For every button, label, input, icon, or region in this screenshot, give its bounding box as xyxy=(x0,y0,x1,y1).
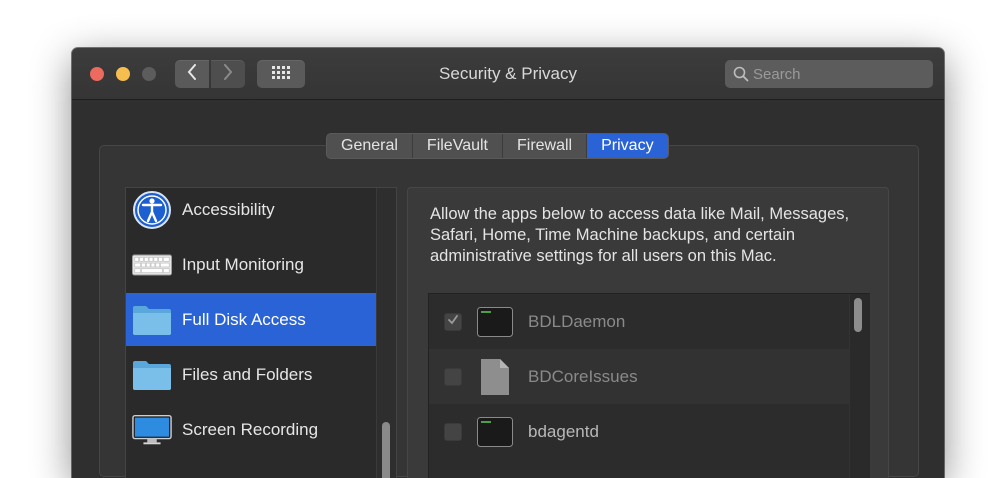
sidebar-item-input-monitoring[interactable]: Input Monitoring xyxy=(126,238,376,291)
sidebar-item-label: Screen Recording xyxy=(182,419,319,439)
app-checkbox[interactable] xyxy=(444,312,462,331)
terminal-icon xyxy=(476,303,514,341)
list-item[interactable]: bdagentd xyxy=(429,404,849,459)
display-icon xyxy=(132,410,172,450)
terminal-icon xyxy=(476,413,514,451)
sidebar-item-label: Full Disk Access xyxy=(182,309,306,329)
title-bar: Security & Privacy xyxy=(72,48,944,100)
search-field[interactable] xyxy=(725,60,933,88)
sidebar-item-label: Files and Folders xyxy=(182,364,313,384)
app-list-scrollbar-thumb[interactable] xyxy=(854,298,862,332)
tab-general[interactable]: General xyxy=(327,134,413,158)
app-checkbox[interactable] xyxy=(444,422,462,441)
tab-bar: General FileVault Firewall Privacy xyxy=(326,133,669,159)
app-list: BDLDaemon BDCoreIssues bdagentd xyxy=(428,293,870,478)
preferences-window: Security & Privacy General FileVault Fir… xyxy=(72,48,944,478)
search-input[interactable] xyxy=(753,65,923,83)
tab-filevault[interactable]: FileVault xyxy=(413,134,503,158)
sidebar-item-files-and-folders[interactable]: Files and Folders xyxy=(126,348,376,401)
sidebar-scrollbar-thumb[interactable] xyxy=(382,422,390,478)
app-checkbox[interactable] xyxy=(444,367,462,386)
document-icon xyxy=(476,358,514,396)
app-name: bdagentd xyxy=(528,421,599,441)
privacy-category-list: Accessibility Input Monitoring Full Disk… xyxy=(125,187,397,478)
checkmark-icon xyxy=(447,313,459,331)
tab-privacy[interactable]: Privacy xyxy=(587,134,668,158)
folder-icon xyxy=(132,355,172,395)
sidebar-item-accessibility[interactable]: Accessibility xyxy=(126,188,376,236)
sidebar-item-label: Input Monitoring xyxy=(182,254,304,274)
sidebar-item-label: Accessibility xyxy=(182,199,275,219)
sidebar-item-full-disk-access[interactable]: Full Disk Access xyxy=(126,293,376,346)
privacy-description: Allow the apps below to access data like… xyxy=(430,205,850,265)
search-icon xyxy=(733,66,749,82)
keyboard-icon xyxy=(132,245,172,285)
accessibility-icon xyxy=(132,190,172,230)
app-name: BDLDaemon xyxy=(528,311,626,331)
list-item[interactable]: BDLDaemon xyxy=(429,294,849,349)
list-item[interactable]: BDCoreIssues xyxy=(429,349,849,404)
folder-icon xyxy=(132,300,172,340)
sidebar-item-screen-recording[interactable]: Screen Recording xyxy=(126,403,376,456)
privacy-detail-panel: Allow the apps below to access data like… xyxy=(407,187,889,478)
app-name: BDCoreIssues xyxy=(528,366,638,386)
tab-firewall[interactable]: Firewall xyxy=(503,134,588,158)
